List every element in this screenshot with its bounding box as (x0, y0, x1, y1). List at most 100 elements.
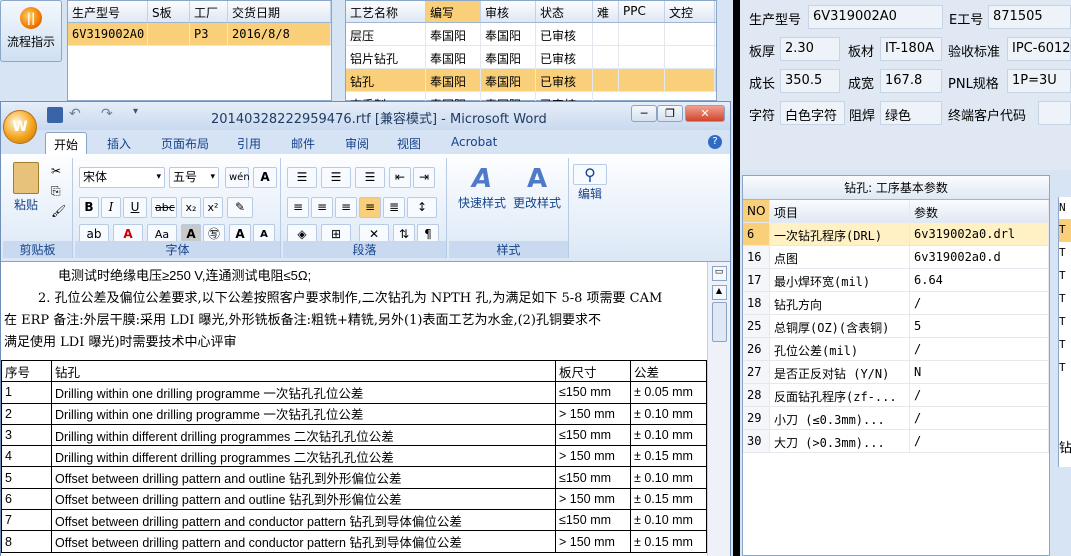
underline-icon[interactable]: U (123, 197, 147, 218)
tab-home[interactable]: 开始 (45, 132, 88, 154)
numbering-icon[interactable]: ☰ (321, 167, 351, 188)
help-icon[interactable]: ? (708, 135, 722, 149)
office-button[interactable]: W (3, 110, 37, 144)
table-row[interactable]: 26 孔位公差(mil) / (743, 338, 1049, 361)
pnl-field[interactable]: 1P=3U (1007, 69, 1071, 93)
decrease-indent-icon[interactable]: ⇤ (389, 167, 411, 188)
table-row[interactable]: 27 是否正反对钻 (Y/N) N (743, 361, 1049, 384)
change-styles-button[interactable]: A 更改样式 (509, 164, 565, 211)
std-field[interactable]: IPC-6012 (1007, 37, 1071, 61)
phonetic-guide-icon[interactable]: wén (225, 167, 250, 188)
tab-layout[interactable]: 页面布局 (153, 132, 217, 154)
document-area[interactable]: 电测试时绝缘电压≥250 V,连通测试电阻≤5Ω; 2. 孔位公差及偏位公差要求… (1, 262, 707, 556)
vertical-scrollbar[interactable]: ▭ ▲ (707, 262, 730, 556)
table-row[interactable]: 28 反面钻孔程序(zf-... / (743, 384, 1049, 407)
close-button[interactable]: ✕ (685, 105, 725, 122)
flow-guide-button[interactable]: || 流程指示 (0, 0, 62, 62)
restore-button[interactable]: ❐ (657, 105, 683, 122)
tab-acrobat[interactable]: Acrobat (443, 132, 505, 154)
cust-label: 终端客户代码 (948, 109, 1027, 124)
table-row[interactable]: 1 Drilling within one drilling programme … (1, 381, 707, 404)
cust-field[interactable] (1038, 101, 1071, 125)
proc-col-ppc[interactable]: PPC (619, 1, 665, 22)
redo-icon[interactable]: ↷ (101, 106, 113, 122)
params-col-item[interactable]: 项目 (770, 200, 910, 222)
table-row[interactable]: 18 钻孔方向 / (743, 292, 1049, 315)
qat-dropdown-icon[interactable]: ▾ (133, 106, 138, 117)
proc-col-name[interactable]: 工艺名称 (346, 1, 426, 22)
quick-styles-button[interactable]: A 快速样式 (455, 164, 509, 211)
thick-field[interactable]: 2.30 (780, 37, 840, 61)
table-row[interactable]: 铝片钻孔 奉国阳 奉国阳 已审核 (346, 46, 716, 69)
table-row[interactable]: 3 Drilling within different drilling prog… (1, 423, 707, 447)
align-left-icon[interactable]: ≡ (287, 197, 309, 218)
undo-icon[interactable]: ↶ (69, 106, 81, 122)
scroll-up-icon[interactable]: ▲ (711, 285, 727, 300)
table-row[interactable]: 25 总铜厚(OZ)(含表铜) 5 (743, 315, 1049, 338)
line-spacing-icon[interactable]: ↕ (407, 197, 437, 218)
wid-field[interactable]: 167.8 (880, 69, 942, 93)
table-row[interactable]: 7 Offset between drilling pattern and con… (1, 509, 707, 532)
subscript-icon[interactable]: x₂ (181, 197, 201, 218)
table-row[interactable]: 17 最小焊环宽(mil) 6.64 (743, 269, 1049, 292)
bold-icon[interactable]: B (79, 197, 99, 218)
table-row[interactable]: 4 Drilling within different drilling prog… (1, 445, 707, 468)
tab-mailings[interactable]: 邮件 (283, 132, 323, 154)
proc-col-diff[interactable]: 难 (593, 1, 619, 22)
table-row[interactable]: 6 Offset between drilling pattern and out… (1, 487, 707, 511)
italic-icon[interactable]: I (101, 197, 121, 218)
align-center-icon[interactable]: ≡ (311, 197, 333, 218)
copy-icon[interactable]: ⎘ (51, 184, 61, 199)
char-field[interactable]: 白色字符 (780, 101, 845, 125)
mask-field[interactable]: 绿色 (880, 101, 942, 125)
tab-view[interactable]: 视图 (389, 132, 429, 154)
params-col-no[interactable]: NO (743, 200, 770, 222)
len-field[interactable]: 350.5 (780, 69, 840, 93)
table-row-selected[interactable]: 钻孔 奉国阳 奉国阳 已审核 (346, 69, 716, 92)
table-row[interactable]: 8 Offset between drilling pattern and con… (1, 530, 707, 553)
font-size-select[interactable]: 五号 ▾ (169, 167, 219, 188)
justify-icon[interactable]: ≡ (359, 197, 381, 218)
strikethrough-icon[interactable]: abc (151, 197, 177, 218)
tab-references[interactable]: 引用 (229, 132, 269, 154)
edit-button[interactable]: ⚲ 编辑 (573, 164, 607, 202)
table-row[interactable]: 6V319002A0 P3 2016/8/8 (68, 23, 331, 46)
order-col-date[interactable]: 交货日期 (228, 1, 331, 22)
increase-indent-icon[interactable]: ⇥ (413, 167, 435, 188)
order-col-factory[interactable]: 工厂 (190, 1, 228, 22)
distributed-icon[interactable]: ≣ (383, 197, 405, 218)
align-right-icon[interactable]: ≡ (335, 197, 357, 218)
table-row[interactable]: 5 Offset between drilling pattern and out… (1, 466, 707, 489)
char-border-icon[interactable]: A (253, 167, 277, 188)
minimize-button[interactable]: ─ (631, 105, 657, 122)
tab-insert[interactable]: 插入 (99, 132, 139, 154)
font-name-select[interactable]: 宋体 ▾ (79, 167, 165, 188)
proc-col-status[interactable]: 状态 (536, 1, 593, 22)
table-row[interactable]: 16 点图 6v319002a0.d (743, 246, 1049, 269)
ruler-toggle-icon[interactable]: ▭ (711, 266, 727, 281)
bullets-icon[interactable]: ☰ (287, 167, 317, 188)
format-painter-icon[interactable]: 🖌 (51, 204, 66, 218)
table-row[interactable]: 2 Drilling within one drilling programme … (1, 402, 707, 425)
table-row[interactable]: 29 小刀 (≤0.3mm)... / (743, 407, 1049, 430)
table-row[interactable]: 层压 奉国阳 奉国阳 已审核 (346, 23, 716, 46)
order-col-model[interactable]: 生产型号 (68, 1, 148, 22)
multilevel-list-icon[interactable]: ☰ (355, 167, 385, 188)
proc-col-author[interactable]: 编写 (426, 1, 481, 22)
tab-review[interactable]: 审阅 (337, 132, 377, 154)
proc-col-doc[interactable]: 文控 (665, 1, 715, 22)
model-field[interactable]: 6V319002A0 (808, 5, 943, 29)
scroll-thumb[interactable] (711, 302, 727, 342)
paste-button[interactable]: 粘贴 (7, 162, 45, 213)
proc-col-review[interactable]: 审核 (481, 1, 536, 22)
e-field[interactable]: 871505 (988, 5, 1071, 29)
params-col-value[interactable]: 参数 (910, 200, 1049, 222)
clear-format-icon[interactable]: ✎ (227, 197, 253, 218)
cut-icon[interactable]: ✂ (51, 164, 61, 178)
order-col-s[interactable]: S板 (148, 1, 190, 22)
table-row-selected[interactable]: 6 一次钻孔程序(DRL) 6v319002a0.drl (743, 223, 1049, 246)
save-icon[interactable] (47, 107, 63, 123)
mat-field[interactable]: IT-180A (880, 37, 942, 61)
superscript-icon[interactable]: x² (203, 197, 223, 218)
table-row[interactable]: 30 大刀 (>0.3mm)... / (743, 430, 1049, 453)
